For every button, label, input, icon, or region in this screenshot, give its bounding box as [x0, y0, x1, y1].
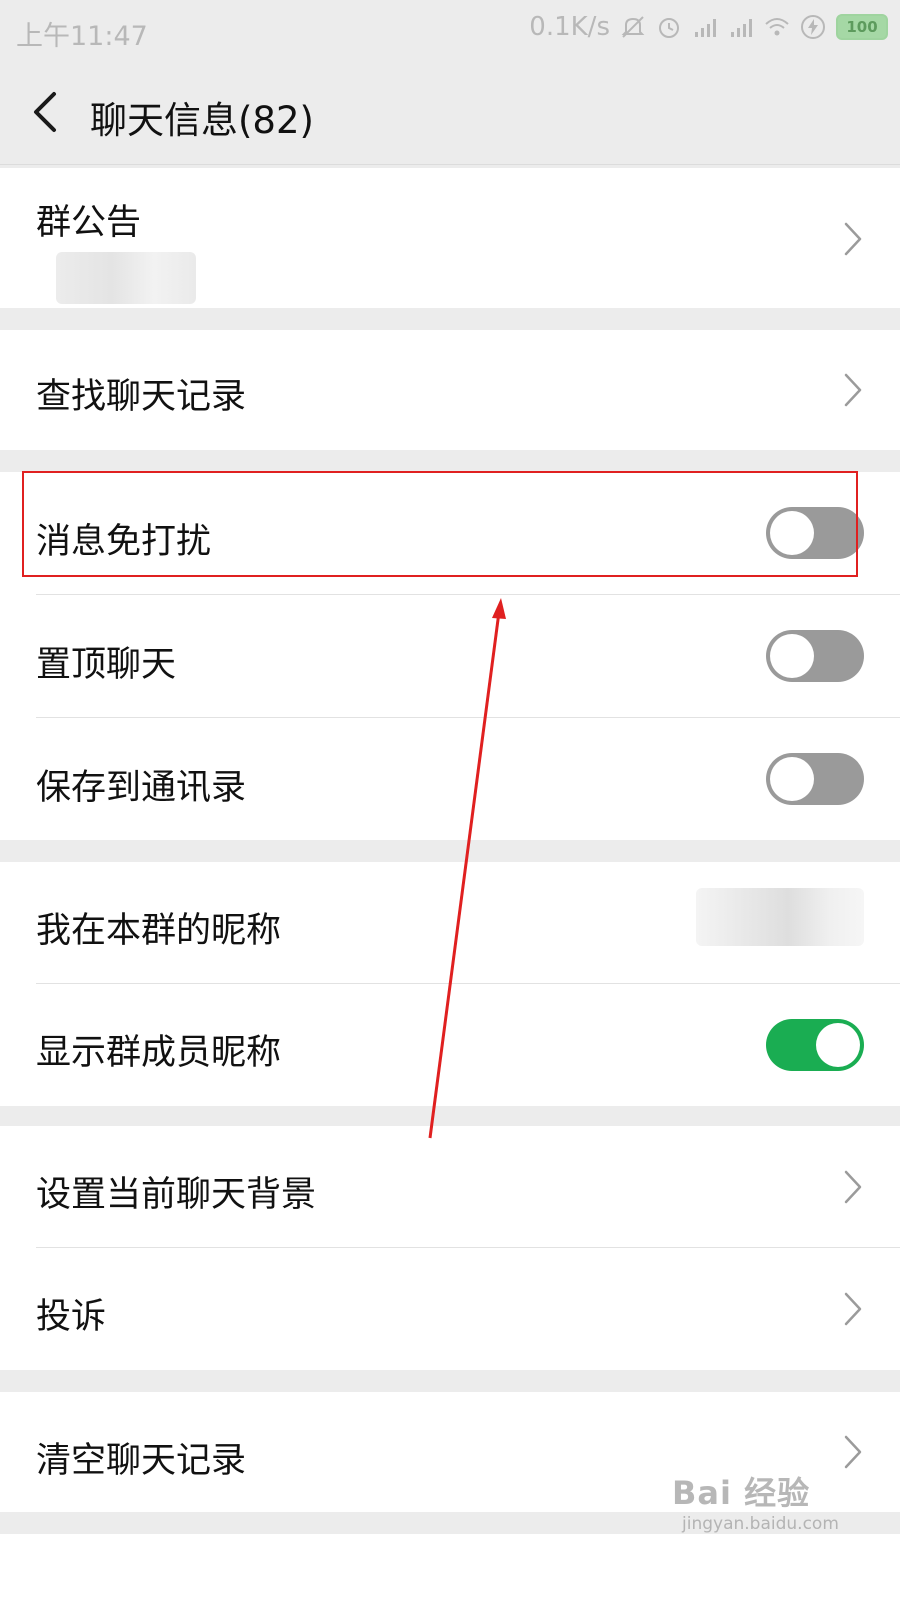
mute-icon	[621, 16, 645, 38]
report-label: 投诉	[36, 1297, 107, 1337]
more-section: 设置当前聊天背景 投诉	[0, 1126, 900, 1370]
announcement-section: 群公告	[0, 168, 900, 308]
title-bar: 聊天信息(82)	[0, 60, 900, 165]
watermark-main: Bai 经验	[672, 1474, 811, 1512]
toggle-knob	[770, 757, 814, 801]
signal-icon	[695, 19, 716, 37]
chat-background-row[interactable]: 设置当前聊天背景	[0, 1126, 900, 1248]
mute-toggle[interactable]	[766, 507, 864, 559]
search-history-label: 查找聊天记录	[36, 377, 247, 417]
status-bar: 上午11:47 0.1K/s 100	[0, 0, 900, 60]
pin-row: 置顶聊天	[0, 595, 900, 718]
nickname-value-blurred	[696, 888, 864, 946]
charging-icon	[801, 15, 825, 39]
alarm-icon	[659, 18, 679, 38]
signal-icon	[731, 19, 752, 37]
pin-toggle[interactable]	[766, 630, 864, 682]
toggle-section: 消息免打扰 置顶聊天 保存到通讯录	[0, 472, 900, 840]
save-contacts-row: 保存到通讯录	[0, 718, 900, 840]
show-nicknames-row: 显示群成员昵称	[0, 984, 900, 1106]
pin-label: 置顶聊天	[36, 645, 177, 685]
page-title: 聊天信息(82)	[90, 99, 314, 142]
nickname-label: 我在本群的昵称	[36, 911, 282, 951]
chevron-right-icon	[844, 1435, 862, 1469]
battery-icon: 100	[836, 14, 888, 40]
search-section: 查找聊天记录	[0, 330, 900, 450]
chevron-right-icon	[844, 1170, 862, 1204]
mute-row: 消息免打扰	[0, 472, 900, 595]
baidu-watermark: Bai 经验 jingyan.baidu.com	[672, 1468, 839, 1534]
mute-label: 消息免打扰	[36, 522, 212, 562]
status-icons: 0.1K/s 100	[529, 12, 888, 42]
announcement-content-blurred	[56, 252, 196, 304]
chevron-right-icon	[844, 222, 862, 256]
search-history-row[interactable]: 查找聊天记录	[0, 330, 900, 450]
status-time: 上午11:47	[16, 21, 148, 52]
battery-level: 100	[846, 18, 878, 36]
toggle-knob	[770, 634, 814, 678]
chevron-right-icon	[844, 373, 862, 407]
chevron-right-icon	[844, 1292, 862, 1326]
network-speed: 0.1K/s	[529, 12, 610, 42]
toggle-knob	[770, 511, 814, 555]
toggle-knob	[816, 1023, 860, 1067]
nickname-section: 我在本群的昵称 显示群成员昵称	[0, 862, 900, 1106]
save-contacts-label: 保存到通讯录	[36, 768, 247, 808]
announcement-label: 群公告	[36, 203, 142, 243]
announcement-row[interactable]: 群公告	[0, 168, 900, 308]
show-nicknames-label: 显示群成员昵称	[36, 1033, 282, 1073]
wifi-icon	[765, 18, 789, 36]
report-row[interactable]: 投诉	[0, 1248, 900, 1370]
watermark-sub: jingyan.baidu.com	[682, 1514, 839, 1534]
clear-history-label: 清空聊天记录	[36, 1441, 247, 1481]
back-arrow-icon[interactable]	[28, 90, 68, 134]
nickname-row[interactable]: 我在本群的昵称	[0, 862, 900, 984]
save-contacts-toggle[interactable]	[766, 753, 864, 805]
chat-background-label: 设置当前聊天背景	[36, 1175, 317, 1215]
show-nicknames-toggle[interactable]	[766, 1019, 864, 1071]
next-section-partial	[0, 1534, 900, 1600]
